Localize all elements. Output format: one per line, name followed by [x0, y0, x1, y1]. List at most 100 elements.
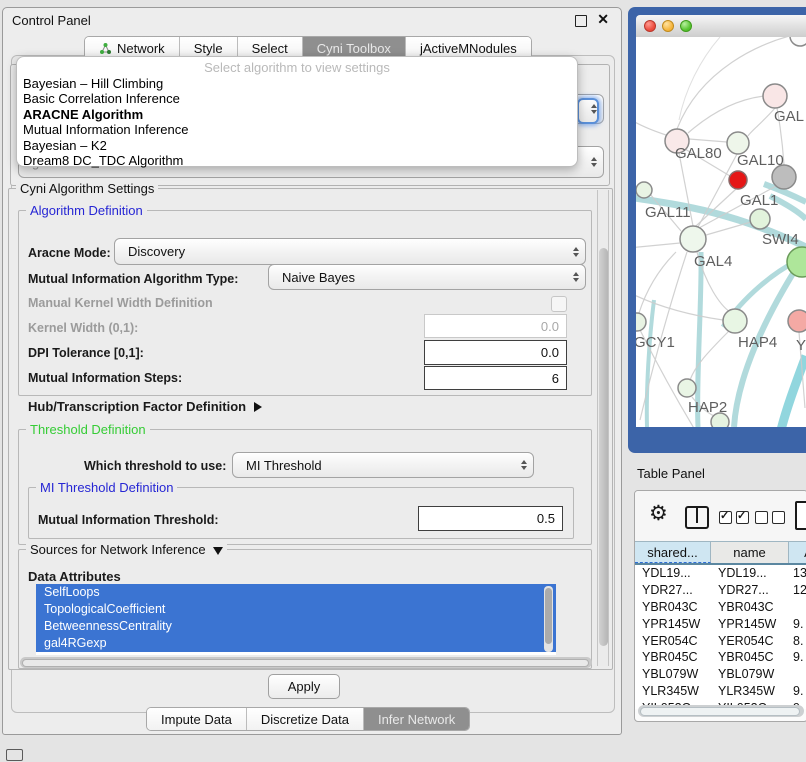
network-node[interactable]	[636, 313, 646, 331]
node-label: GAL	[774, 108, 804, 125]
gear-icon[interactable]: ⚙	[649, 503, 668, 525]
export-table-icon[interactable]	[795, 501, 806, 530]
mi-type-combo[interactable]: Naive Bayes	[268, 264, 586, 290]
network-node[interactable]	[790, 37, 806, 46]
network-node[interactable]	[636, 182, 652, 198]
network-edge[interactable]	[647, 300, 654, 427]
network-node[interactable]	[750, 209, 770, 229]
minimize-traffic-light-icon[interactable]	[662, 20, 674, 32]
network-edge[interactable]	[636, 243, 680, 248]
table-cell: YDL19...	[711, 566, 789, 580]
stepper-icon	[591, 104, 597, 114]
algorithm-options: Bayesian – Hill ClimbingBasic Correlatio…	[17, 76, 577, 168]
table-row[interactable]: YBR045CYBR045C9.	[635, 649, 806, 666]
network-edge[interactable]	[636, 118, 666, 135]
network-edge[interactable]	[636, 292, 723, 320]
tab-label: Cyni Toolbox	[317, 41, 391, 56]
table-row[interactable]: YDR27...YDR27...12	[635, 582, 806, 599]
algorithm-option[interactable]: Dream8 DC_TDC Algorithm	[17, 153, 577, 168]
network-edge[interactable]	[706, 222, 751, 235]
network-edge[interactable]	[748, 108, 775, 136]
bottom-tab-label: Discretize Data	[261, 712, 349, 727]
algorithm-option[interactable]: ARACNE Algorithm	[17, 107, 577, 122]
table-cell: YBR043C	[711, 600, 789, 614]
algorithm-option[interactable]: Basic Correlation Inference	[17, 91, 577, 106]
manual-kernel-checkbox[interactable]	[551, 296, 567, 312]
split-columns-icon[interactable]	[685, 506, 709, 529]
table-row[interactable]: YER054CYER054C8.	[635, 632, 806, 649]
table-row[interactable]: YDL19...YDL19...13	[635, 565, 806, 582]
network-node[interactable]	[787, 247, 806, 277]
column-header-shared[interactable]: shared...	[635, 542, 711, 563]
apply-button[interactable]: Apply	[268, 674, 340, 699]
column-header-A[interactable]: A	[789, 542, 806, 563]
attribute-item-selected[interactable]: TopologicalCoefficient	[36, 601, 556, 618]
algorithm-option[interactable]: Bayesian – Hill Climbing	[17, 76, 577, 91]
bottom-tab-impute-data[interactable]: Impute Data	[147, 708, 247, 730]
node-label: GAL10	[737, 152, 784, 169]
bottom-tab-discretize-data[interactable]: Discretize Data	[247, 708, 364, 730]
node-label: GAL80	[675, 145, 722, 162]
tab-label: Select	[252, 41, 288, 56]
collapse-down-icon	[213, 547, 223, 555]
sources-toggle[interactable]: Sources for Network Inference	[26, 542, 227, 557]
data-attributes-list[interactable]: SelfLoopsTopologicalCoefficientBetweenne…	[36, 584, 556, 655]
table-cell: 8.	[789, 634, 806, 648]
table-rows[interactable]: YDL19...YDL19...13YDR27...YDR27...12YBR0…	[635, 565, 806, 709]
float-window-icon[interactable]	[575, 15, 587, 27]
network-node[interactable]	[763, 84, 787, 108]
bottom-tab-label: Infer Network	[378, 712, 455, 727]
table-cell: YLR345W	[635, 684, 711, 698]
bottom-tab-infer-network[interactable]: Infer Network	[364, 708, 469, 730]
select-all-icon[interactable]	[719, 511, 749, 524]
table-cell: YDL19...	[635, 566, 711, 580]
network-node[interactable]	[788, 310, 806, 332]
hub-definition-toggle[interactable]: Hub/Transcription Factor Definition	[28, 399, 262, 414]
close-traffic-light-icon[interactable]	[644, 20, 656, 32]
network-edge[interactable]	[679, 37, 720, 120]
attribute-item-selected[interactable]: gal4RGexp	[36, 635, 556, 652]
network-edge[interactable]	[688, 96, 764, 133]
mi-threshold-field[interactable]: 0.5	[418, 506, 563, 531]
table-cell: 13	[789, 566, 806, 580]
table-hscrollbar-track[interactable]	[638, 705, 804, 717]
attributes-scrollbar-thumb[interactable]	[545, 588, 552, 644]
node-label: HAP4	[738, 334, 777, 351]
zoom-traffic-light-icon[interactable]	[680, 20, 692, 32]
algorithm-option[interactable]: Bayesian – K2	[17, 138, 577, 153]
attribute-item-selected[interactable]: SelfLoops	[36, 584, 556, 601]
settings-scrollbar-thumb[interactable]	[599, 248, 608, 646]
table-cell: 12	[789, 583, 806, 597]
node-label: Y	[796, 337, 806, 354]
dpi-tolerance-label: DPI Tolerance [0,1]:	[28, 346, 144, 360]
table-row[interactable]: YLR345WYLR345W9.	[635, 683, 806, 700]
aracne-mode-combo[interactable]: Discovery	[114, 238, 586, 265]
network-window-titlebar[interactable]	[636, 15, 806, 38]
node-label: HAP2	[688, 399, 727, 416]
node-label: GAL11	[645, 204, 691, 221]
network-node[interactable]	[727, 132, 749, 154]
network-node[interactable]	[680, 226, 706, 252]
kernel-width-field[interactable]: 0.0	[424, 314, 567, 338]
minimized-panel-icon[interactable]	[6, 749, 23, 761]
deselect-all-icon[interactable]	[755, 511, 785, 524]
network-node[interactable]	[729, 171, 747, 189]
network-canvas[interactable]: GALGAL80GAL10GAL1GAL11SWI4GAL4GCY1HAP4YH…	[636, 37, 806, 427]
network-node[interactable]	[723, 309, 747, 333]
horizontal-scrollbar-thumb[interactable]	[22, 659, 589, 667]
table-hscrollbar-thumb[interactable]	[640, 707, 800, 716]
table-row[interactable]: YBL079WYBL079W	[635, 666, 806, 683]
table-row[interactable]: YPR145WYPR145W9.	[635, 615, 806, 632]
network-edge[interactable]	[689, 139, 727, 142]
which-threshold-combo[interactable]: MI Threshold	[232, 452, 534, 478]
table-row[interactable]: YBR043CYBR043C	[635, 599, 806, 616]
column-header-name[interactable]: name	[711, 542, 789, 563]
close-icon[interactable]: ✕	[597, 11, 609, 28]
network-node[interactable]	[678, 379, 696, 397]
data-attributes-label: Data Attributes	[28, 569, 121, 584]
mi-steps-field[interactable]: 6	[424, 366, 567, 390]
attribute-item-selected[interactable]: BetweennessCentrality	[36, 618, 556, 635]
algorithm-option[interactable]: Mutual Information Inference	[17, 122, 577, 137]
dpi-tolerance-field[interactable]: 0.0	[424, 340, 567, 365]
tab-label: Network	[117, 41, 165, 56]
